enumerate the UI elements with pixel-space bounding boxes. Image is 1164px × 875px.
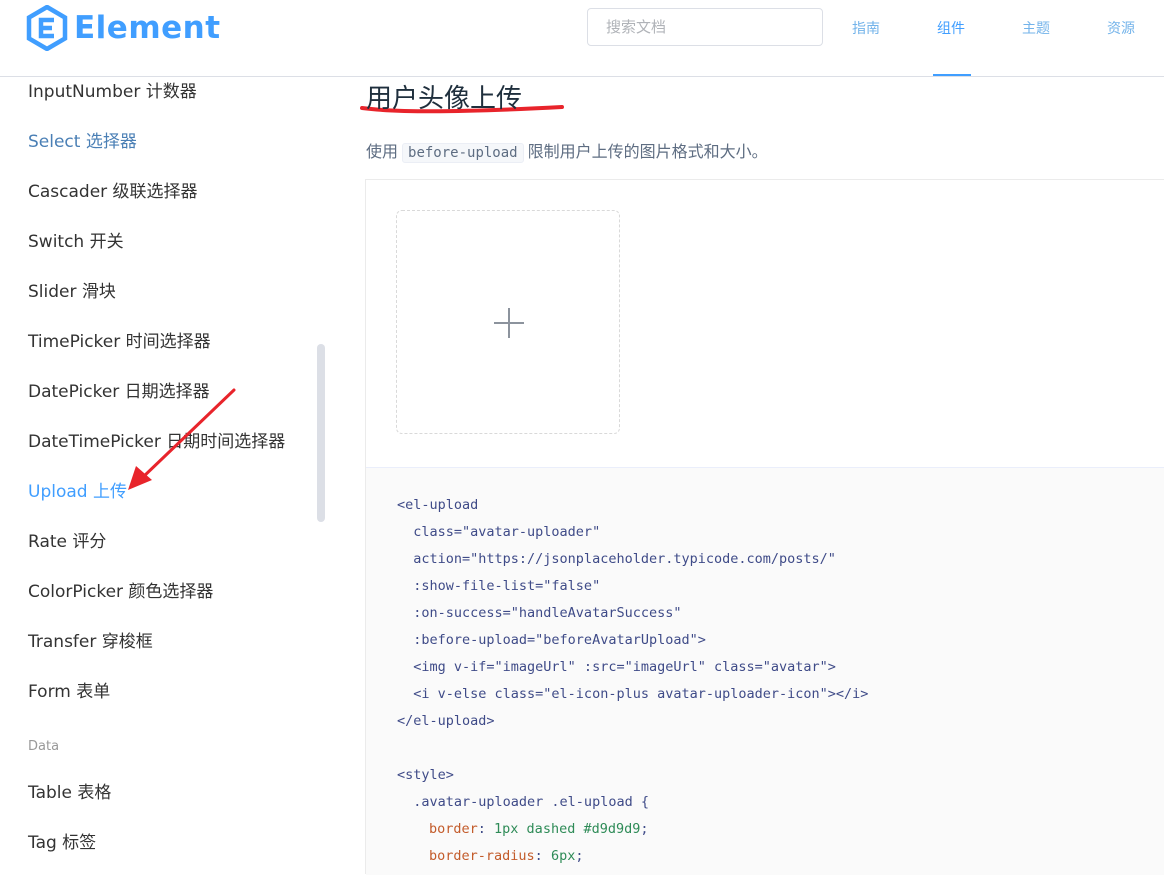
sidebar-item-transfer[interactable]: Transfer 穿梭框 [28, 627, 153, 652]
sidebar-item-switch[interactable]: Switch 开关 [28, 227, 124, 252]
desc-inline-code: before-upload [402, 143, 524, 163]
section-description: 使用 before-upload 限制用户上传的图片格式和大小。 [366, 138, 768, 163]
desc-after: 限制用户上传的图片格式和大小。 [527, 142, 768, 161]
page-title: 用户头像上传 [366, 84, 523, 114]
sidebar-item-upload[interactable]: Upload 上传 [28, 477, 127, 502]
sidebar-item-cascader[interactable]: Cascader 级联选择器 [28, 177, 198, 202]
code-line: action="https://jsonplaceholder.typicode… [397, 551, 836, 567]
css-value: 6px [550, 848, 576, 864]
code-line: :on-success="handleAvatarSuccess" [397, 605, 682, 621]
code-line: <style> [397, 767, 454, 783]
element-logo-icon [26, 5, 68, 51]
code-line: .avatar-uploader .el-upload { [397, 794, 649, 810]
code-line: <el-upload [397, 497, 479, 513]
code-line: :before-upload="beforeAvatarUpload"> [397, 632, 706, 648]
sidebar-item-timepicker[interactable]: TimePicker 时间选择器 [28, 327, 211, 352]
sidebar-item-datetimepicker[interactable]: DateTimePicker 日期时间选择器 [28, 427, 285, 452]
sidebar-item-rate[interactable]: Rate 评分 [28, 527, 106, 552]
brand-logo[interactable]: Element [26, 5, 221, 51]
sidebar-item-select[interactable]: Select 选择器 [28, 127, 137, 152]
sidebar: InputNumber 计数器 Select 选择器 Cascader 级联选择… [0, 77, 330, 874]
sidebar-item-table[interactable]: Table 表格 [28, 778, 111, 803]
css-property: border [429, 821, 478, 837]
avatar-upload-button[interactable] [396, 210, 620, 434]
code-line: border: 1px dashed #d9d9d9; [429, 821, 649, 837]
sidebar-item-form[interactable]: Form 表单 [28, 677, 110, 702]
nav-component[interactable]: 组件 [937, 18, 965, 38]
css-property: border-radius [429, 848, 535, 864]
plus-icon [494, 308, 524, 338]
top-header: Element 指南 组件 主题 资源 [0, 0, 1164, 77]
nav-guide[interactable]: 指南 [852, 18, 880, 38]
code-line: </el-upload> [397, 713, 495, 729]
sidebar-group-data: Data [28, 739, 60, 754]
code-line: class="avatar-uploader" [397, 524, 601, 540]
nav-active-indicator [933, 74, 971, 76]
search-input[interactable] [587, 8, 823, 46]
brand-name: Element [74, 10, 221, 46]
code-line: border-radius: 6px; [429, 848, 584, 864]
sidebar-item-inputnumber[interactable]: InputNumber 计数器 [28, 77, 197, 102]
nav-theme[interactable]: 主题 [1022, 18, 1050, 38]
code-line: <i v-else class="el-icon-plus avatar-upl… [397, 686, 869, 702]
sidebar-item-datepicker[interactable]: DatePicker 日期选择器 [28, 377, 210, 402]
sidebar-item-slider[interactable]: Slider 滑块 [28, 277, 116, 302]
sidebar-item-tag[interactable]: Tag 标签 [28, 828, 96, 853]
desc-before: 使用 [366, 142, 399, 161]
nav-resource[interactable]: 资源 [1107, 18, 1135, 38]
sidebar-scrollbar[interactable] [317, 344, 325, 522]
css-value: 1px dashed #d9d9d9 [494, 821, 641, 837]
code-line: <img v-if="imageUrl" :src="imageUrl" cla… [397, 659, 836, 675]
sidebar-item-colorpicker[interactable]: ColorPicker 颜色选择器 [28, 577, 213, 602]
code-line: :show-file-list="false" [397, 578, 601, 594]
